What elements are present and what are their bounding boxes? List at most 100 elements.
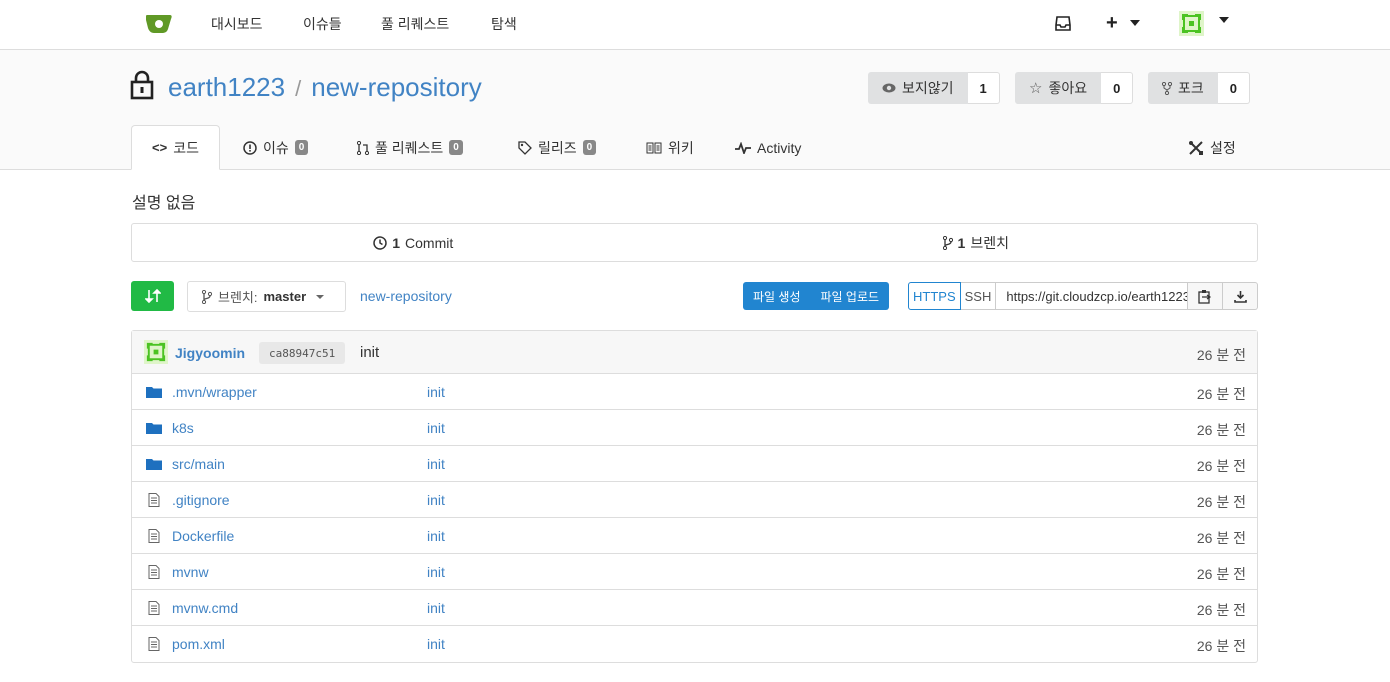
file-commit-time: 26 분 전 [1196,602,1246,618]
file-commit-time: 26 분 전 [1196,638,1246,654]
file-name-link[interactable]: Dockerfile [172,528,234,544]
tab-settings[interactable]: 설정 [1188,125,1236,170]
file-name-link[interactable]: .gitignore [172,492,230,508]
file-name-link[interactable]: mvnw.cmd [172,600,238,616]
author-avatar[interactable] [144,340,168,364]
watch-button[interactable]: 보지않기 [868,72,968,104]
tab-code[interactable]: <> 코드 [131,125,220,170]
repo-owner-link[interactable]: earth1223 [168,72,285,102]
commits-count: 1 [392,234,401,251]
folder-icon [146,459,162,470]
tab-wiki[interactable]: 위키 [646,125,694,170]
tab-activity[interactable]: Activity [735,125,801,170]
fork-button[interactable]: 포크 [1148,72,1218,104]
chevron-down-icon[interactable] [1130,20,1140,26]
file-name-link[interactable]: k8s [172,420,194,436]
history-icon [373,235,387,250]
star-button[interactable]: ☆ 좋아요 [1015,72,1102,104]
chevron-down-icon[interactable] [1219,17,1229,23]
tab-issues[interactable]: 이슈 0 [243,125,309,170]
tab-releases[interactable]: 릴리즈 0 [518,125,597,170]
nav-issues[interactable]: 이슈들 [303,14,342,34]
file-commit-message-link[interactable]: init [427,600,445,616]
inbox-icon[interactable] [1055,16,1071,31]
table-row: mvnw init 26 분 전 [132,554,1257,590]
https-button[interactable]: HTTPS [908,282,961,310]
file-commit-time: 26 분 전 [1196,530,1246,546]
folder-icon [146,387,162,398]
watch-button-group: 보지않기 1 [868,72,1000,104]
top-navbar: 대시보드 이슈들 풀 리퀘스트 탐색 + [0,0,1390,50]
file-commit-message-link[interactable]: init [427,384,445,400]
table-row: .mvn/wrapper init 26 분 전 [132,374,1257,410]
file-name-link[interactable]: .mvn/wrapper [172,384,257,400]
file-commit-message-link[interactable]: init [427,492,445,508]
file-commit-time: 26 분 전 [1196,422,1246,438]
commit-author-link[interactable]: Jigyoomin [175,345,245,361]
file-table: Jigyoomin ca88947c51 init 26 분 전 .mvn/wr… [131,330,1258,663]
create-new-icon[interactable]: + [1106,12,1118,35]
commits-stat[interactable]: 1 Commit [132,224,695,261]
table-row: Dockerfile init 26 분 전 [132,518,1257,554]
chevron-down-icon [316,294,325,299]
clone-url-input[interactable]: https://git.cloudzcp.io/earth1223/new-re… [996,282,1189,310]
commits-label: Commit [405,234,454,251]
upload-file-button[interactable]: 파일 업로드 [811,282,890,310]
file-commit-time: 26 분 전 [1196,494,1246,510]
repo-title: earth1223 / new-repository [168,72,482,103]
repo-stats-bar: 1 Commit 1 브렌치 [131,223,1258,262]
breadcrumb-repo-link[interactable]: new-repository [360,288,452,304]
file-commit-message-link[interactable]: init [427,636,445,652]
star-count[interactable]: 0 [1101,72,1134,104]
tab-issues-label: 이슈 [263,139,289,156]
file-icon [148,601,160,615]
new-file-button[interactable]: 파일 생성 [743,282,811,310]
latest-commit-row: Jigyoomin ca88947c51 init 26 분 전 [132,331,1257,374]
code-icon: <> [152,140,168,155]
clone-panel: HTTPS SSH https://git.cloudzcp.io/earth1… [908,282,1259,310]
file-commit-time: 26 분 전 [1196,458,1246,474]
branch-prefix: 브렌치: [218,290,258,305]
branches-count: 1 [957,234,966,251]
tab-pull-requests[interactable]: 풀 리퀘스트 0 [357,125,463,170]
user-avatar[interactable] [1179,11,1204,36]
watch-label: 보지않기 [902,80,954,96]
repo-header: earth1223/new-repository 보지않기 1 ☆ 좋아요 0 … [0,50,1390,170]
nav-pull-requests[interactable]: 풀 리퀘스트 [381,14,449,34]
nav-dashboard[interactable]: 대시보드 [211,14,263,34]
download-button[interactable] [1223,282,1259,310]
file-name-link[interactable]: pom.xml [172,636,225,652]
branches-label: 브렌치 [970,234,1009,251]
lock-icon [130,70,154,100]
commit-message: init [360,344,380,361]
compare-button[interactable] [131,281,174,311]
repo-name-link[interactable]: new-repository [311,72,482,102]
star-button-group: ☆ 좋아요 0 [1015,72,1134,104]
file-commit-message-link[interactable]: init [427,528,445,544]
branches-stat[interactable]: 1 브렌치 [695,224,1258,261]
watch-count[interactable]: 1 [967,72,1000,104]
file-name-link[interactable]: mvnw [172,564,209,580]
copy-url-button[interactable] [1188,282,1224,310]
download-icon [1234,290,1247,303]
tab-code-label: 코드 [173,139,199,156]
clippy-icon [1198,289,1212,304]
nav-explore[interactable]: 탐색 [491,14,517,34]
gitea-logo-icon[interactable] [144,11,174,35]
table-row: k8s init 26 분 전 [132,410,1257,446]
fork-label: 포크 [1178,80,1204,96]
repo-description: 설명 없음 [132,195,196,212]
file-icon [148,637,160,651]
file-commit-message-link[interactable]: init [427,564,445,580]
file-name-link[interactable]: src/main [172,456,225,472]
git-pull-request-icon [357,140,369,155]
ssh-button[interactable]: SSH [960,282,997,310]
eye-icon [882,83,896,93]
branch-dropdown[interactable]: 브렌치: master [187,281,346,312]
folder-icon [146,423,162,434]
issues-count-badge: 0 [294,140,309,155]
fork-count[interactable]: 0 [1217,72,1250,104]
file-commit-message-link[interactable]: init [427,456,445,472]
file-commit-message-link[interactable]: init [427,420,445,436]
commit-sha-button[interactable]: ca88947c51 [259,342,346,364]
